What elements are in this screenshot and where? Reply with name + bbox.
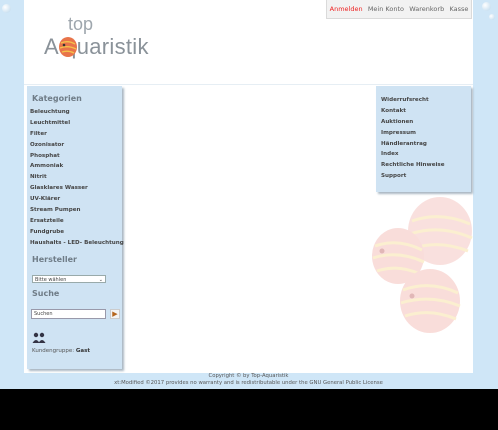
customer-group-label: Kundengruppe:	[32, 348, 75, 354]
checkout-link[interactable]: Kasse	[449, 5, 468, 13]
chevron-down-icon: ⌄	[98, 277, 103, 283]
info-link[interactable]: Händlerantrag	[381, 139, 445, 150]
search-input[interactable]: Suchen	[31, 309, 106, 319]
info-link[interactable]: Impressum	[381, 128, 445, 139]
manufacturer-heading: Hersteller	[32, 255, 77, 264]
logo-text-top: top	[68, 14, 94, 34]
info-link-list: Widerrufsrecht Kontakt Auktionen Impress…	[381, 95, 445, 182]
license-text: xt:Modified ©2017 provides no warranty a…	[114, 380, 383, 386]
info-link[interactable]: Auktionen	[381, 117, 445, 128]
right-sidebar: Widerrufsrecht Kontakt Auktionen Impress…	[376, 86, 471, 192]
bubble-decoration	[482, 2, 491, 11]
manufacturer-select-value: Bitte wählen	[35, 277, 67, 283]
header-divider	[24, 84, 473, 85]
copyright-text: Copyright © by Top-Aquaristik	[208, 373, 289, 379]
discus-fish-icon	[59, 37, 77, 57]
footer: Copyright © by Top-Aquaristik xt:Modifie…	[24, 373, 473, 387]
site-logo[interactable]: top A quaristik	[44, 14, 174, 64]
category-item[interactable]: UV-Klärer	[30, 194, 124, 205]
categories-heading: Kategorien	[32, 94, 82, 103]
category-item[interactable]: Leuchtmittel	[30, 118, 124, 129]
users-icon	[32, 332, 46, 343]
category-item[interactable]: Fundgrube	[30, 227, 124, 238]
info-link[interactable]: Kontakt	[381, 106, 445, 117]
category-item[interactable]: Ersatzteile	[30, 216, 124, 227]
manufacturer-select[interactable]: Bitte wählen ⌄	[32, 275, 106, 283]
search-submit-button[interactable]: ▶	[110, 309, 120, 319]
category-item[interactable]: Beleuchtung	[30, 107, 124, 118]
category-item[interactable]: Stream Pumpen	[30, 205, 124, 216]
customer-group: Kundengruppe: Gast	[32, 348, 90, 354]
left-sidebar: Kategorien Beleuchtung Leuchtmittel Filt…	[27, 86, 124, 369]
my-account-link[interactable]: Mein Konto	[368, 5, 404, 13]
bubble-decoration	[489, 14, 495, 20]
category-item[interactable]: Glasklares Wasser	[30, 183, 124, 194]
top-navigation: Anmelden Mein Konto Warenkorb Kasse	[326, 0, 472, 19]
customer-group-value: Gast	[75, 348, 91, 354]
category-item[interactable]: Filter	[30, 129, 124, 140]
login-link[interactable]: Anmelden	[330, 5, 363, 13]
category-item[interactable]: Nitrit	[30, 172, 124, 183]
search-heading: Suche	[32, 289, 60, 298]
category-list: Beleuchtung Leuchtmittel Filter Ozonisat…	[30, 107, 124, 249]
bubble-decoration	[2, 4, 11, 13]
discus-fish-illustration	[372, 197, 473, 333]
info-link[interactable]: Rechtliche Hinweise	[381, 160, 445, 171]
category-item[interactable]: Haushalts - LED- Beleuchtung	[30, 238, 124, 249]
category-item[interactable]: Ozonisator	[30, 140, 124, 151]
category-item[interactable]: Phosphat	[30, 151, 124, 162]
cart-link[interactable]: Warenkorb	[409, 5, 444, 13]
category-item[interactable]: Ammoniak	[30, 161, 124, 172]
info-link[interactable]: Index	[381, 149, 445, 160]
info-link[interactable]: Support	[381, 171, 445, 182]
info-link[interactable]: Widerrufsrecht	[381, 95, 445, 106]
